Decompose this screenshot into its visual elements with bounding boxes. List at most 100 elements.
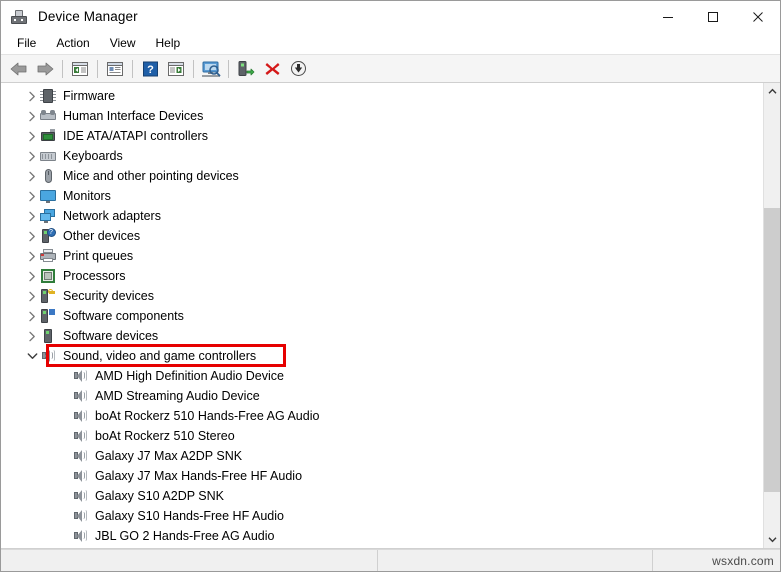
tree-item[interactable]: AMD Streaming Audio Device [1, 386, 763, 406]
properties-button[interactable] [102, 57, 128, 81]
tree-item[interactable]: Galaxy S10 Hands-Free HF Audio [1, 506, 763, 526]
back-button[interactable] [6, 57, 32, 81]
tree-item[interactable]: boAt Rockerz 510 Hands-Free AG Audio [1, 406, 763, 426]
tree-item[interactable]: IDE ATA/ATAPI controllers [1, 126, 763, 146]
tree-item[interactable]: Processors [1, 266, 763, 286]
tree-item[interactable]: Galaxy J7 Max A2DP SNK [1, 446, 763, 466]
action-pane-icon [168, 61, 184, 76]
status-pane-primary [1, 550, 378, 571]
processor-icon [40, 268, 56, 284]
vertical-scrollbar[interactable] [763, 83, 780, 548]
chevron-right-icon[interactable] [24, 286, 40, 306]
tree-item-label: Processors [63, 269, 126, 283]
tree-item-label: Galaxy J7 Max Hands-Free HF Audio [95, 469, 303, 483]
tree-item-label: Print queues [63, 249, 134, 263]
toolbar-separator-1 [62, 59, 63, 78]
tree-item-label: Monitors [63, 189, 111, 203]
menu-action[interactable]: Action [46, 34, 99, 52]
speaker-icon [72, 388, 88, 404]
speaker-icon [72, 368, 88, 384]
tree-item[interactable]: Software components [1, 306, 763, 326]
scrollbar-thumb[interactable] [764, 207, 780, 493]
menu-help[interactable]: Help [146, 34, 191, 52]
status-bar: wsxdn.com [1, 549, 780, 571]
menu-file[interactable]: File [7, 34, 46, 52]
properties-icon [107, 61, 123, 76]
chevron-right-icon[interactable] [24, 146, 40, 166]
show-hide-console-tree-button[interactable] [67, 57, 93, 81]
close-button[interactable] [735, 1, 780, 32]
tree-item-label: boAt Rockerz 510 Hands-Free AG Audio [95, 409, 320, 423]
speaker-icon [72, 408, 88, 424]
help-question-icon: ? [142, 61, 158, 76]
maximize-button[interactable] [690, 1, 735, 32]
chevron-right-icon[interactable] [24, 266, 40, 286]
content-area: Firmware Human Interface Devices IDE ATA/A… [1, 83, 780, 549]
tree-item[interactable]: boAt Rockerz 510 Stereo [1, 426, 763, 446]
svg-text:?: ? [147, 64, 154, 76]
printer-icon [40, 248, 56, 264]
window-controls [645, 1, 780, 32]
chip-icon [40, 88, 56, 104]
tree-item-label: Human Interface Devices [63, 109, 204, 123]
chevron-right-icon[interactable] [24, 86, 40, 106]
disable-device-button[interactable] [285, 57, 311, 81]
chevron-right-icon[interactable] [24, 326, 40, 346]
forward-button[interactable] [32, 57, 58, 81]
chevron-right-icon[interactable] [24, 186, 40, 206]
menu-view[interactable]: View [100, 34, 146, 52]
chevron-right-icon[interactable] [24, 106, 40, 126]
chevron-right-icon[interactable] [24, 126, 40, 146]
update-driver-button[interactable] [233, 57, 259, 81]
tree-item-label: AMD Streaming Audio Device [95, 389, 260, 403]
show-hide-action-pane-button[interactable] [163, 57, 189, 81]
toolbar-separator-4 [193, 59, 194, 78]
minimize-button[interactable] [645, 1, 690, 32]
tree-item[interactable]: AMD High Definition Audio Device [1, 366, 763, 386]
chevron-down-icon[interactable] [24, 346, 40, 366]
tree-item[interactable]: Software devices [1, 326, 763, 346]
tree-item[interactable]: Network adapters [1, 206, 763, 226]
device-tree[interactable]: Firmware Human Interface Devices IDE ATA/A… [1, 83, 763, 548]
speaker-icon [40, 348, 56, 364]
tree-item[interactable]: Print queues [1, 246, 763, 266]
tree-item[interactable]: Keyboards [1, 146, 763, 166]
tree-item[interactable]: Sound, video and game controllers [1, 346, 763, 366]
help-button[interactable]: ? [137, 57, 163, 81]
tree-item[interactable]: Galaxy S10 A2DP SNK [1, 486, 763, 506]
chevron-right-icon[interactable] [24, 206, 40, 226]
scroll-down-button[interactable] [764, 531, 780, 548]
mouse-icon [40, 168, 56, 184]
tree-item[interactable]: JBL GO 2 Hands-Free AG Audio [1, 526, 763, 546]
scroll-up-button[interactable] [764, 83, 780, 100]
tree-item[interactable]: JBL GO 2 Stereo [1, 546, 763, 548]
close-icon [752, 11, 763, 22]
tree-item[interactable]: Firmware [1, 86, 763, 106]
tree-item[interactable]: Monitors [1, 186, 763, 206]
software-component-icon [40, 308, 56, 324]
scrollbar-track[interactable] [764, 100, 780, 531]
uninstall-device-button[interactable] [259, 57, 285, 81]
scan-for-hardware-changes-button[interactable] [198, 57, 224, 81]
chevron-right-icon[interactable] [24, 166, 40, 186]
speaker-icon [72, 488, 88, 504]
chevron-right-icon[interactable] [24, 226, 40, 246]
menu-bar: File Action View Help [1, 32, 780, 54]
toolbar-separator-3 [132, 59, 133, 78]
tree-item[interactable]: Galaxy J7 Max Hands-Free HF Audio [1, 466, 763, 486]
tree-item[interactable]: ? Other devices [1, 226, 763, 246]
update-driver-icon [238, 61, 255, 76]
monitor-icon [40, 188, 56, 204]
forward-arrow-icon [37, 62, 54, 75]
chevron-right-icon[interactable] [24, 306, 40, 326]
security-device-icon [40, 288, 56, 304]
chevron-right-icon[interactable] [24, 246, 40, 266]
tree-item[interactable]: Security devices [1, 286, 763, 306]
tree-item[interactable]: Human Interface Devices [1, 106, 763, 126]
tree-item[interactable]: Mice and other pointing devices [1, 166, 763, 186]
